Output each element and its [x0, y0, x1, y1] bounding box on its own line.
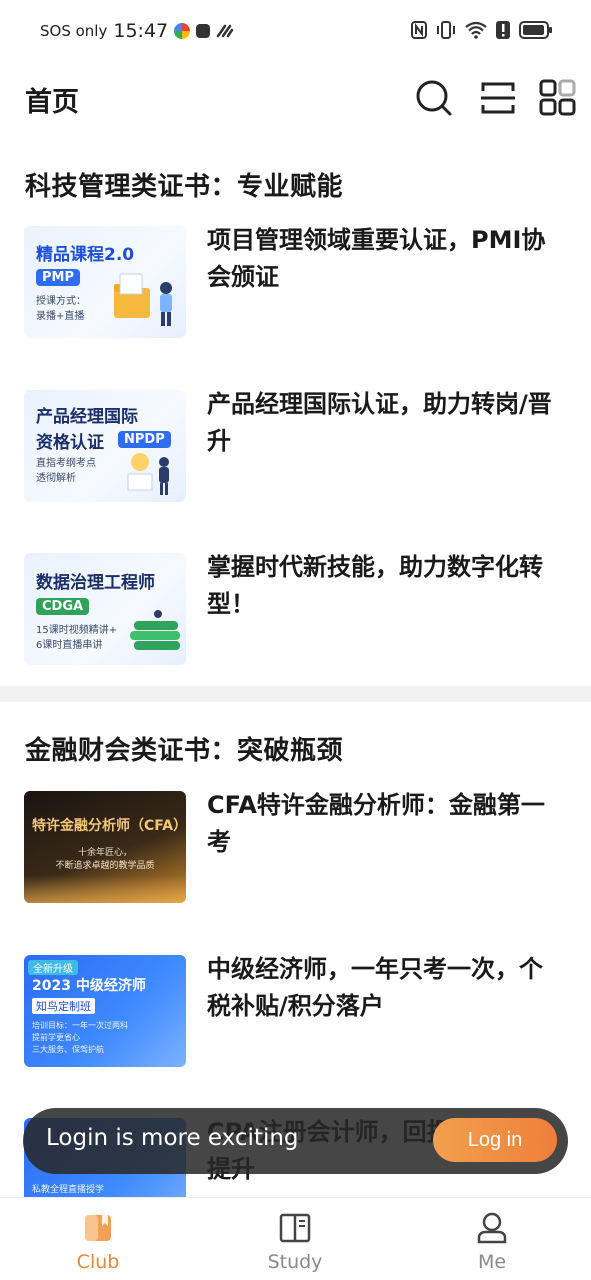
clock: 15:47 [113, 20, 169, 42]
thumb-glow [24, 875, 186, 903]
thumb-note-1: 培训目标：一年一次过两科 [32, 1021, 128, 1030]
thumb-headline: 2023 中级经济师 [32, 978, 146, 994]
section-divider [0, 686, 591, 702]
app-notification-icon [174, 23, 191, 39]
books-illustration [130, 610, 180, 650]
link-notification-icon [216, 24, 234, 38]
status-right [411, 21, 553, 39]
vibrate-icon [437, 21, 455, 39]
item-title: 项目管理领域重要认证，PMI协会颁证 [207, 226, 546, 291]
nav-item-study[interactable]: Study [235, 1198, 355, 1280]
carrier-text: SOS only [40, 22, 108, 40]
thumb-headline: 数据治理工程师 [36, 573, 155, 593]
folder-illustration [114, 273, 172, 326]
item-title: 掌握时代新技能，助力数字化转型！ [207, 553, 543, 618]
search-icon[interactable] [414, 78, 454, 118]
thumb-note-1: 直指考纲考点 [36, 458, 96, 469]
list-item[interactable]: 精品课程2.0 PMP 授课方式： 录播+直播 项目管理领域重要认证，PMI协会… [24, 226, 569, 341]
section-title-finance: 金融财会类证书：突破瓶颈 [25, 736, 344, 766]
thumb-headline: 产品经理国际 [36, 407, 138, 427]
thumb-note-3: 三大服务、保驾护航 [32, 1045, 104, 1054]
book-icon [279, 1213, 311, 1243]
toast-message: Login is more exciting [46, 1125, 299, 1151]
nfc-icon [411, 21, 427, 39]
thumb-note-2: 透彻解析 [36, 473, 76, 484]
list-item[interactable]: 全新升级 2023 中级经济师 知鸟定制班 培训目标：一年一次过两科 提前学更省… [24, 955, 569, 1070]
course-thumbnail-economist: 全新升级 2023 中级经济师 知鸟定制班 培训目标：一年一次过两科 提前学更省… [24, 955, 186, 1067]
list-item[interactable]: 特许金融分析师（CFA） 十余年匠心， 不断追求卓越的教学品质 CFA特许金融分… [24, 791, 569, 906]
nav-label: Club [76, 1251, 120, 1273]
thumb-headline-2: 资格认证 [36, 433, 104, 453]
thumb-headline: 特许金融分析师（CFA） [32, 818, 186, 834]
thumb-note-2: 6课时直播串讲 [36, 640, 103, 651]
course-thumbnail-npdp: 产品经理国际 资格认证 NPDP 直指考纲考点 透彻解析 [24, 390, 186, 502]
page-title: 首页 [25, 87, 79, 118]
item-title: 中级经济师，一年只考一次，个税补贴/积分落户 [207, 955, 543, 1020]
thumb-tag: NPDP [118, 431, 171, 448]
thumb-note-2: 提前学更省心 [32, 1033, 80, 1042]
login-toast: Login is more exciting Log in [23, 1108, 568, 1174]
grid-icon[interactable] [538, 78, 578, 118]
scan-icon[interactable] [478, 78, 518, 118]
thumb-badge: 全新升级 [28, 960, 78, 975]
status-bar: SOS only 15:47 [0, 0, 591, 64]
nav-item-club[interactable]: Club [38, 1198, 158, 1280]
club-icon [85, 1215, 111, 1241]
nav-label: Me [477, 1251, 507, 1273]
thumb-note-2: 不断追求卓越的教学品质 [55, 861, 155, 871]
thumb-headline: 精品课程2.0 [36, 245, 135, 265]
thumb-note-1: 15课时视频精讲+ [36, 625, 118, 636]
android-notification-icon [196, 24, 211, 38]
thumb-note-1: 私教全程直播授学 [32, 1185, 105, 1195]
person-icon [477, 1212, 507, 1244]
login-button[interactable]: Log in [433, 1118, 557, 1162]
item-title: 产品经理国际认证，助力转岗/晋升 [207, 390, 552, 455]
thumb-tag: CDGA [36, 598, 90, 615]
app-header: 首页 [0, 64, 591, 134]
thumb-tag: 知鸟定制班 [32, 998, 95, 1014]
course-thumbnail-cdga: 数据治理工程师 CDGA 15课时视频精讲+ 6课时直播串讲 [24, 553, 186, 665]
course-thumbnail-cfa: 特许金融分析师（CFA） 十余年匠心， 不断追求卓越的教学品质 [24, 791, 186, 903]
thumb-note-1: 授课方式： [36, 296, 86, 307]
nav-label: Study [267, 1251, 323, 1273]
list-item[interactable]: 产品经理国际 资格认证 NPDP 直指考纲考点 透彻解析 产品经理国际认证，助力… [24, 390, 569, 505]
section-title-tech: 科技管理类证书：专业赋能 [25, 172, 344, 202]
alert-icon [496, 21, 510, 39]
wifi-icon [465, 21, 487, 39]
person-illustration [127, 453, 169, 495]
course-thumbnail-pmp: 精品课程2.0 PMP 授课方式： 录播+直播 [24, 226, 186, 338]
thumb-tag: PMP [36, 269, 80, 286]
nav-item-me[interactable]: Me [432, 1198, 552, 1280]
bottom-nav: Club Study Me [0, 1197, 591, 1280]
status-left: SOS only 15:47 [40, 20, 234, 42]
thumb-note-1: 十余年匠心， [77, 848, 132, 858]
list-item[interactable]: 数据治理工程师 CDGA 15课时视频精讲+ 6课时直播串讲 掌握时代新技能，助… [24, 553, 569, 668]
thumb-note-2: 录播+直播 [36, 311, 85, 322]
battery-icon [519, 21, 552, 39]
item-title: CFA特许金融分析师：金融第一考 [207, 791, 545, 856]
